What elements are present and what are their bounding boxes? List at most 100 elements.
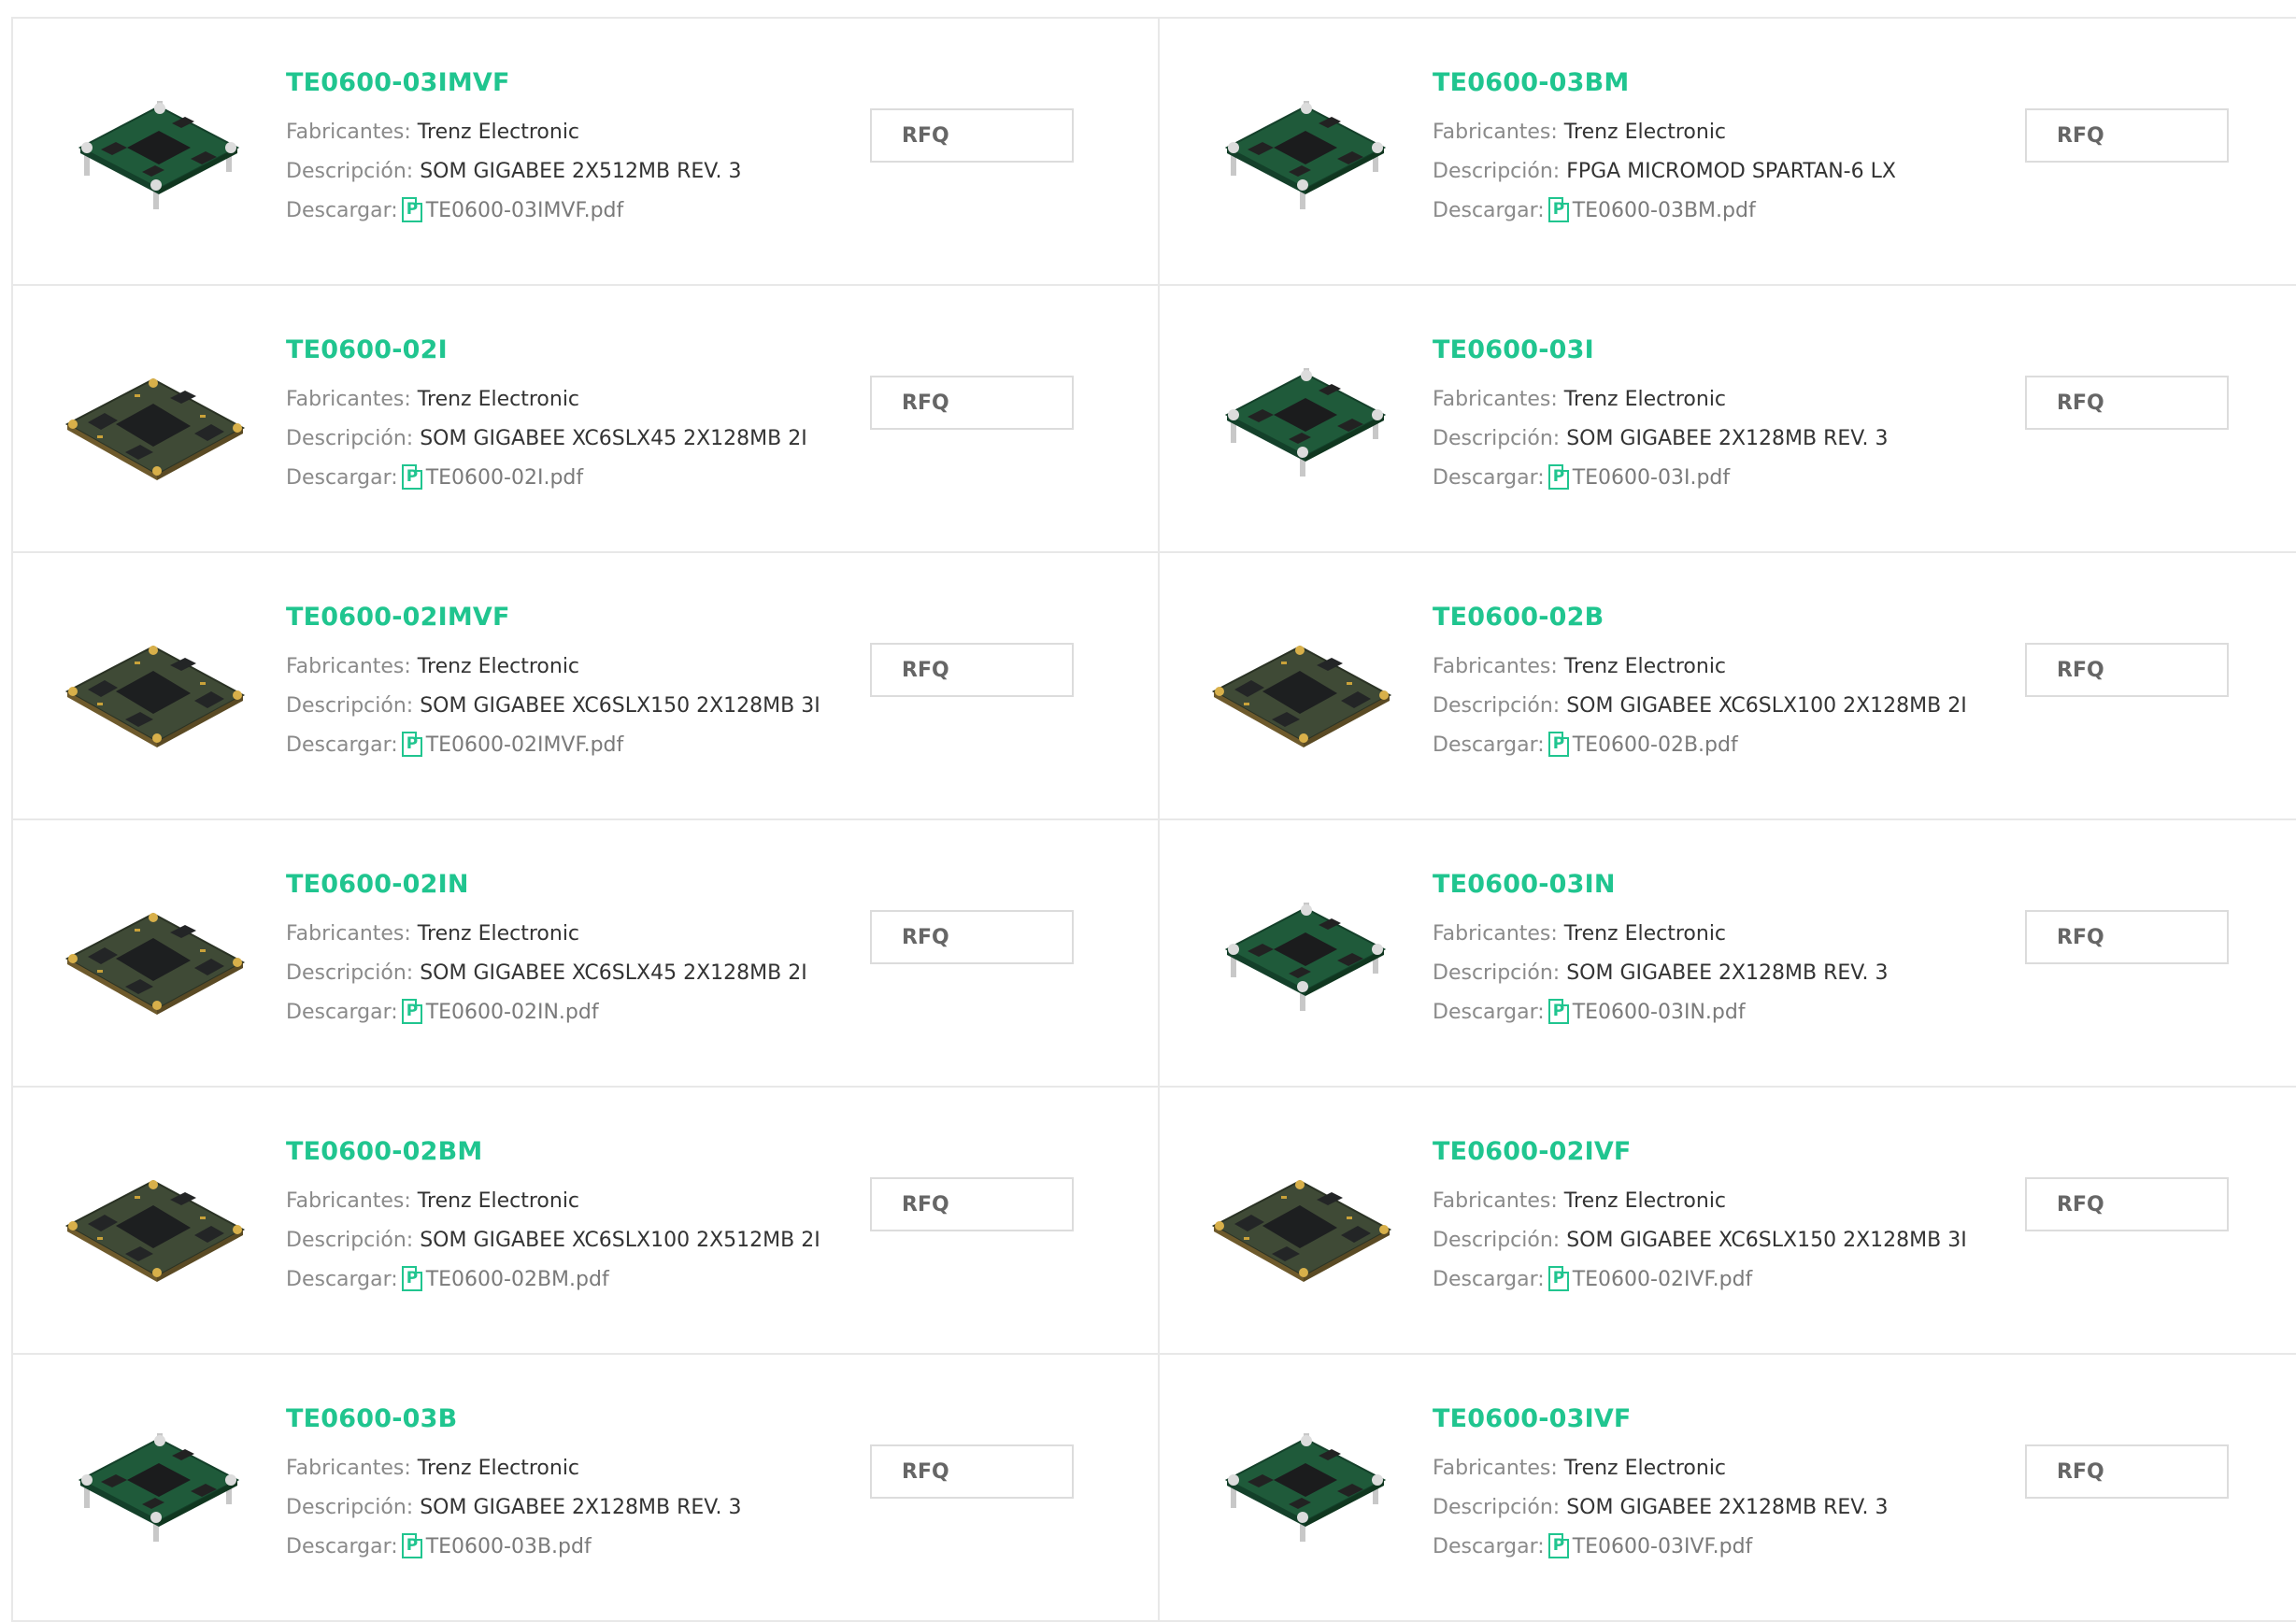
datasheet-link[interactable]: TE0600-03IMVF.pdf [426,199,624,222]
product-title-link[interactable]: TE0600-02IN [286,869,807,901]
description-value: FPGA MICROMOD SPARTAN-6 LX [1566,160,1896,183]
download-label: Descargar: [286,199,398,222]
pdf-icon[interactable] [1547,999,1569,1024]
pdf-icon[interactable] [401,1533,422,1558]
download-label: Descargar: [286,466,398,490]
manufacturer-value: Trenz Electronic [417,655,580,678]
product-image[interactable] [60,342,256,491]
product-image[interactable] [1206,876,1403,1026]
product-info: TE0600-02I Fabricantes: Trenz Electronic… [286,334,807,498]
product-title-link[interactable]: TE0600-03BM [1433,67,1896,99]
pcb-board-image [64,1179,246,1282]
rfq-button[interactable]: RFQ [870,643,1074,697]
product-card-te0600-03i: TE0600-03I Fabricantes: Trenz Electronic… [1160,286,2296,553]
rfq-button[interactable]: RFQ [2025,108,2229,163]
rfq-button[interactable]: RFQ [870,1444,1074,1499]
manufacturer-label: Fabricantes: [286,1457,411,1480]
product-title-link[interactable]: TE0600-02IVF [1433,1136,1967,1168]
manufacturer-label: Fabricantes: [286,1189,411,1213]
pdf-icon[interactable] [401,732,422,757]
product-info: TE0600-03IVF Fabricantes: Trenz Electron… [1433,1403,1888,1567]
product-image[interactable] [60,75,256,224]
product-image[interactable] [60,1407,256,1557]
download-row: Descargar: TE0600-03IN.pdf [1433,993,1888,1032]
manufacturer-value: Trenz Electronic [1563,1457,1727,1480]
product-image[interactable] [60,1144,256,1293]
product-title-link[interactable]: TE0600-02BM [286,1136,820,1168]
download-row: Descargar: TE0600-03I.pdf [1433,459,1888,498]
pcb-board-image [78,1433,240,1542]
datasheet-link[interactable]: TE0600-03IVF.pdf [1573,1535,1753,1558]
pcb-board-image [64,645,246,747]
manufacturer-label: Fabricantes: [286,655,411,678]
pdf-icon[interactable] [1547,197,1569,222]
pdf-icon[interactable] [401,1266,422,1291]
product-image[interactable] [1206,1407,1403,1557]
rfq-button[interactable]: RFQ [2025,910,2229,964]
rfq-button[interactable]: RFQ [870,376,1074,430]
description-value: SOM GIGABEE XC6SLX100 2X128MB 2I [1566,694,1967,718]
pdf-icon[interactable] [401,197,422,222]
description-label: Descripción: [1433,1229,1561,1252]
manufacturer-row: Fabricantes: Trenz Electronic [286,1449,741,1488]
product-card-te0600-02b: TE0600-02B Fabricantes: Trenz Electronic… [1160,553,2296,820]
datasheet-link[interactable]: TE0600-03I.pdf [1573,466,1730,490]
product-image[interactable] [1206,75,1403,224]
manufacturer-label: Fabricantes: [1433,655,1558,678]
datasheet-link[interactable]: TE0600-03BM.pdf [1573,199,1756,222]
description-value: SOM GIGABEE XC6SLX150 2X128MB 3I [420,694,820,718]
product-title-link[interactable]: TE0600-03IMVF [286,67,741,99]
datasheet-link[interactable]: TE0600-02IMVF.pdf [426,733,624,757]
description-label: Descripción: [286,427,414,450]
manufacturer-label: Fabricantes: [1433,922,1558,946]
rfq-button[interactable]: RFQ [2025,1177,2229,1231]
manufacturer-row: Fabricantes: Trenz Electronic [286,647,820,687]
product-title-link[interactable]: TE0600-02B [1433,602,1967,633]
rfq-button[interactable]: RFQ [870,108,1074,163]
manufacturer-label: Fabricantes: [286,121,411,144]
pcb-board-image [1211,645,1392,747]
download-row: Descargar: TE0600-03B.pdf [286,1528,741,1567]
pcb-board-image [1224,903,1387,1011]
description-label: Descripción: [286,1229,414,1252]
product-card-te0600-03in: TE0600-03IN Fabricantes: Trenz Electroni… [1160,820,2296,1088]
datasheet-link[interactable]: TE0600-02B.pdf [1573,733,1738,757]
product-card-te0600-02bm: TE0600-02BM Fabricantes: Trenz Electroni… [13,1088,1160,1355]
manufacturer-value: Trenz Electronic [417,388,580,411]
pdf-icon[interactable] [1547,732,1569,757]
datasheet-link[interactable]: TE0600-02IVF.pdf [1573,1268,1753,1291]
datasheet-link[interactable]: TE0600-02IN.pdf [426,1001,599,1024]
description-value: SOM GIGABEE 2X128MB REV. 3 [1566,1496,1889,1519]
product-title-link[interactable]: TE0600-03IN [1433,869,1888,901]
pdf-icon[interactable] [401,464,422,490]
product-image[interactable] [1206,1144,1403,1293]
product-image[interactable] [1206,342,1403,491]
pdf-icon[interactable] [1547,1266,1569,1291]
rfq-button[interactable]: RFQ [2025,1444,2229,1499]
manufacturer-label: Fabricantes: [1433,1457,1558,1480]
product-image[interactable] [1206,609,1403,759]
rfq-button[interactable]: RFQ [2025,376,2229,430]
product-title-link[interactable]: TE0600-02IMVF [286,602,820,633]
datasheet-link[interactable]: TE0600-02BM.pdf [426,1268,609,1291]
description-row: Descripción: SOM GIGABEE XC6SLX45 2X128M… [286,420,807,459]
datasheet-link[interactable]: TE0600-03IN.pdf [1573,1001,1746,1024]
datasheet-link[interactable]: TE0600-03B.pdf [426,1535,592,1558]
pdf-icon[interactable] [1547,464,1569,490]
product-image[interactable] [60,609,256,759]
product-title-link[interactable]: TE0600-02I [286,334,807,366]
datasheet-link[interactable]: TE0600-02I.pdf [426,466,583,490]
pdf-icon[interactable] [401,999,422,1024]
pcb-board-image [64,912,246,1015]
product-title-link[interactable]: TE0600-03IVF [1433,1403,1888,1435]
pdf-icon[interactable] [1547,1533,1569,1558]
description-row: Descripción: SOM GIGABEE XC6SLX100 2X128… [1433,687,1967,726]
rfq-button[interactable]: RFQ [2025,643,2229,697]
description-value: SOM GIGABEE 2X128MB REV. 3 [1566,961,1889,985]
product-title-link[interactable]: TE0600-03I [1433,334,1888,366]
rfq-button[interactable]: RFQ [870,910,1074,964]
product-image[interactable] [60,876,256,1026]
download-label: Descargar: [1433,733,1545,757]
rfq-button[interactable]: RFQ [870,1177,1074,1231]
product-title-link[interactable]: TE0600-03B [286,1403,741,1435]
